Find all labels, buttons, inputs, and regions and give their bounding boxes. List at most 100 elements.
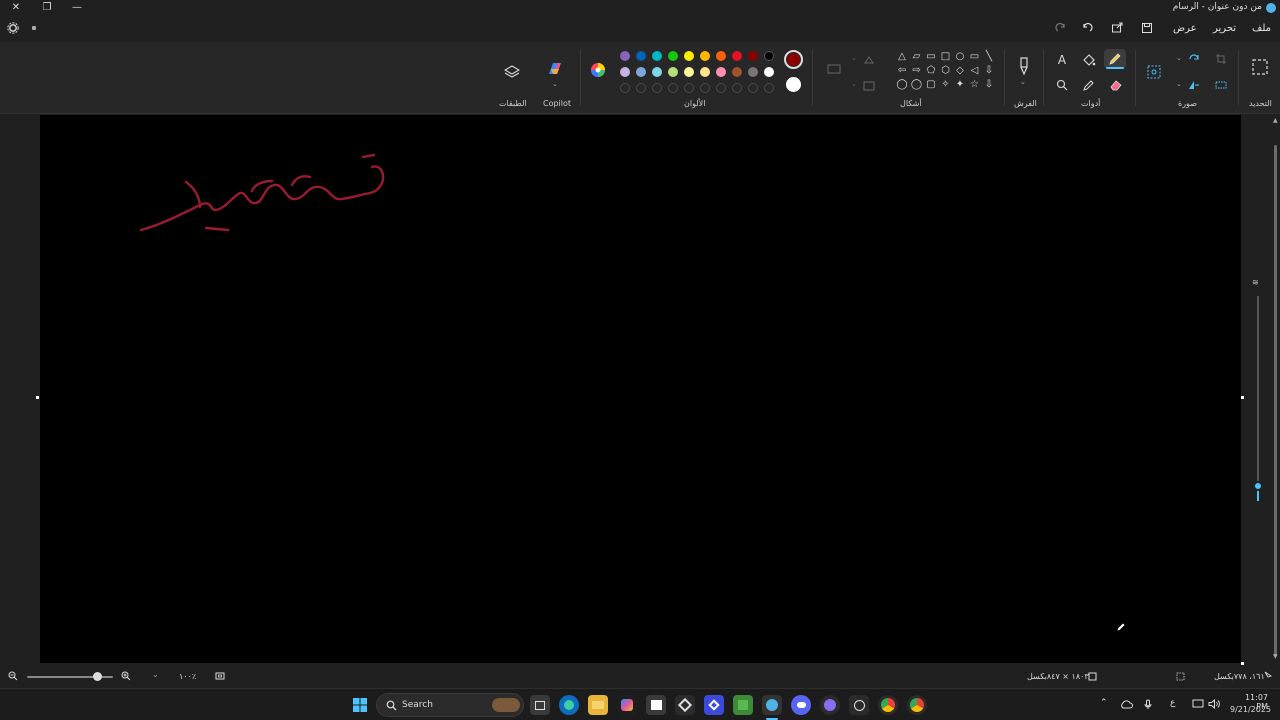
chatgpt-icon[interactable] [849,695,869,715]
zoom-slider-thumb[interactable] [93,672,102,681]
shape-outline-icon[interactable] [826,62,842,76]
file-explorer-icon[interactable] [588,695,608,715]
scrollbar-thumb[interactable] [1274,145,1277,655]
color-swatch[interactable] [652,51,662,61]
color-swatch[interactable] [748,51,758,61]
star4-shape-icon[interactable]: ✧ [940,78,952,90]
up-arrow-shape-icon[interactable]: ⇦ [896,64,908,76]
triangle-shape-icon[interactable]: △ [896,50,908,62]
canvas-resize-handle-corner[interactable] [1241,662,1244,665]
canvas-resize-handle-right[interactable] [1241,396,1244,399]
color-swatch[interactable] [700,67,710,77]
oval-shape-icon[interactable]: ○ [954,50,966,62]
paint-taskbar-icon[interactable] [762,695,782,715]
flip-icon[interactable] [1186,78,1202,92]
tray-overflow-chevron-icon[interactable]: ⌃ [1100,698,1108,708]
chevron-down-icon[interactable]: ⌄ [851,80,857,88]
brush-dropdown-chevron-icon[interactable]: ⌄ [1020,78,1026,86]
eraser-icon[interactable] [1108,77,1124,93]
account-icon[interactable] [32,26,36,30]
taskbar-search-box[interactable]: Search [376,693,524,717]
microsoft-store-icon[interactable] [646,695,666,715]
empty-color-swatch[interactable] [684,83,694,93]
star6-shape-icon[interactable]: ✦ [954,78,966,90]
hexagon-shape-icon[interactable]: ⬡ [940,64,952,76]
settings-gear-icon[interactable] [6,21,20,35]
copilot-taskbar-icon[interactable] [617,695,637,715]
empty-color-swatch[interactable] [652,83,662,93]
brush-icon[interactable] [1014,56,1034,76]
color-swatch[interactable] [716,67,726,77]
scroll-down-arrow-icon[interactable]: ▼ [1273,653,1278,660]
empty-color-swatch[interactable] [636,83,646,93]
star-shape-icon[interactable]: ☆ [969,78,981,90]
unity-hub-icon[interactable] [675,695,695,715]
network-icon[interactable] [1191,698,1205,710]
line-shape-icon[interactable]: ╲ [983,50,995,62]
empty-color-swatch[interactable] [716,83,726,93]
color-swatch[interactable] [684,51,694,61]
windows-start-icon[interactable] [351,696,369,714]
color-swatch[interactable] [636,51,646,61]
vertical-scrollbar[interactable]: ▲ ▼ [1272,115,1280,663]
color-swatch[interactable] [620,51,630,61]
chrome-profile-icon[interactable] [907,695,927,715]
color-swatch[interactable] [684,67,694,77]
chevron-down-icon[interactable]: ⌄ [851,54,857,62]
color-swatch[interactable] [764,67,774,77]
right-arrow-shape-icon[interactable]: ⬠ [925,64,937,76]
color-swatch[interactable] [636,67,646,77]
secondary-color-swatch[interactable] [786,77,801,92]
resize-icon[interactable] [1213,78,1229,92]
restore-button[interactable]: ❐ [40,0,54,14]
image-select-icon[interactable] [1144,62,1164,82]
task-view-icon[interactable] [530,695,550,715]
save-icon[interactable] [1140,21,1154,35]
zoom-in-icon[interactable] [120,670,132,682]
undo-icon[interactable] [1080,21,1094,35]
canvas-resize-handle-left[interactable] [36,396,39,399]
brush-size-slider-track[interactable] [1257,296,1259,501]
side-panel-toggle-icon[interactable]: ≋ [1252,278,1259,287]
volume-icon[interactable] [1207,698,1221,710]
polygon-shape-icon[interactable]: ▱ [911,50,923,62]
minimize-button[interactable]: — [70,0,84,14]
active-color-ring[interactable] [784,50,803,69]
rectangle-shape-icon[interactable]: □ [940,50,952,62]
minecraft-icon[interactable] [733,695,753,715]
right-triangle-shape-icon[interactable]: ⇩ [983,64,995,76]
menu-view[interactable]: عرض [1173,23,1197,34]
color-swatch[interactable] [764,51,774,61]
empty-color-swatch[interactable] [764,83,774,93]
empty-color-swatch[interactable] [668,83,678,93]
left-arrow-shape-icon[interactable]: ⇨ [911,64,923,76]
empty-color-swatch[interactable] [732,83,742,93]
copilot-icon[interactable] [545,59,565,79]
chrome-icon[interactable] [878,695,898,715]
callout-rect-shape-icon[interactable]: ▢ [925,78,937,90]
color-picker-icon[interactable] [1081,77,1097,93]
fit-to-window-icon[interactable] [214,670,226,682]
discord-icon[interactable] [791,695,811,715]
down-arrow-shape-icon[interactable]: ⇩ [983,78,995,90]
chevron-down-icon[interactable]: ⌄ [1176,80,1182,88]
zoom-dropdown-chevron-icon[interactable]: ⌄ [152,670,159,679]
callout-oval-shape-icon[interactable]: ◯ [911,78,923,90]
edit-colors-wheel-icon[interactable] [589,61,607,79]
crop-icon[interactable] [1213,52,1229,66]
callout-cloud-shape-icon[interactable]: ◯ [896,78,908,90]
brush-size-slider-thumb[interactable] [1253,481,1263,491]
menu-file[interactable]: ملف [1252,23,1271,34]
copilot-dropdown-chevron-icon[interactable]: ⌄ [552,80,558,88]
pentagon-shape-icon[interactable]: ◇ [954,64,966,76]
share-icon[interactable] [1110,21,1124,35]
shape-size-icon[interactable] [862,80,876,92]
selection-rectangle-icon[interactable] [1249,56,1271,78]
color-swatch[interactable] [732,67,742,77]
shape-fill-icon[interactable] [862,54,876,66]
color-swatch[interactable] [700,51,710,61]
color-swatch[interactable] [748,67,758,77]
color-swatch[interactable] [732,51,742,61]
magnifier-icon[interactable] [1054,77,1070,93]
layers-icon[interactable] [503,63,521,81]
